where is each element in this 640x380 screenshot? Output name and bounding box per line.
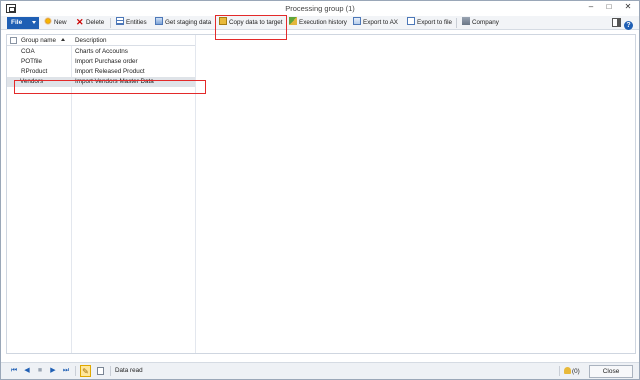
group-name-header-label: Group name <box>21 37 57 44</box>
new-label: New <box>54 19 67 26</box>
column-header-description[interactable]: Description <box>75 36 107 45</box>
layout-toggle-icon[interactable] <box>612 18 621 27</box>
entities-button[interactable]: Entities <box>116 17 147 29</box>
company-label: Company <box>472 19 499 26</box>
delete-x-icon: ✕ <box>76 17 84 27</box>
export-ax-label: Export to AX <box>363 19 399 26</box>
execution-history-button[interactable]: Execution history <box>289 17 347 29</box>
get-staging-data-button[interactable]: Get staging data <box>155 17 211 29</box>
copy-data-to-target-button[interactable]: Copy data to target <box>219 17 283 29</box>
next-record-icon[interactable]: ▶ <box>49 367 57 375</box>
export-file-label: Export to file <box>417 19 452 26</box>
table-row[interactable]: COA Charts of Accoutns <box>7 47 195 57</box>
entities-icon <box>116 17 124 25</box>
select-all-checkbox[interactable] <box>10 37 17 44</box>
new-button[interactable]: New <box>44 17 67 29</box>
file-menu-label: File <box>11 19 23 26</box>
execution-history-icon <box>289 17 297 25</box>
record-icon[interactable]: ■ <box>36 367 44 375</box>
export-file-icon <box>407 17 415 25</box>
company-icon <box>462 17 470 25</box>
description-cell: Import Released Product <box>75 68 145 75</box>
delete-button[interactable]: ✕ Delete <box>76 17 104 29</box>
company-button[interactable]: Company <box>462 17 499 29</box>
alert-count: (0) <box>572 368 580 375</box>
file-menu-button[interactable]: File <box>7 17 39 29</box>
last-record-icon[interactable]: ⏭ <box>62 367 70 375</box>
status-divider <box>559 366 560 376</box>
column-divider <box>195 35 196 353</box>
chevron-down-icon <box>32 21 36 24</box>
window-title: Processing group (1) <box>285 4 355 13</box>
title-bar: Processing group (1) – □ ✕ <box>1 1 639 16</box>
alerts-indicator[interactable]: (0) <box>564 367 580 375</box>
table-row-selected[interactable]: Vendors Import Vendors Master Data <box>7 77 195 87</box>
processing-group-grid: Group name Description COA Charts of Acc… <box>6 34 636 354</box>
first-record-icon[interactable]: ⏮ <box>10 367 18 375</box>
previous-record-icon[interactable]: ◀ <box>23 367 31 375</box>
status-divider <box>75 366 76 376</box>
entities-label: Entities <box>126 19 147 26</box>
edit-pencil-icon[interactable]: ✎ <box>80 365 91 377</box>
status-bar: ⏮ ◀ ■ ▶ ⏭ ✎ Data read (0) Close <box>1 362 639 379</box>
export-ax-icon <box>353 17 361 25</box>
status-divider <box>110 366 111 376</box>
action-pane: File New ✕ Delete Entities Get staging da… <box>1 16 639 30</box>
copy-data-icon <box>219 17 227 25</box>
description-cell: Charts of Accoutns <box>75 48 128 55</box>
toolbar-divider <box>110 18 111 28</box>
grid-header: Group name Description <box>7 35 195 46</box>
group-name-cell: POTfile <box>21 58 42 65</box>
right-tools: ? <box>609 18 633 30</box>
description-cell: Import Purchase order <box>75 58 138 65</box>
copy-to-target-label: Copy data to target <box>229 19 283 26</box>
export-to-ax-button[interactable]: Export to AX <box>353 17 398 29</box>
table-row[interactable]: POTfile Import Purchase order <box>7 57 195 67</box>
bell-icon <box>564 367 571 374</box>
status-message: Data read <box>115 367 143 374</box>
close-window-button[interactable]: ✕ <box>621 1 635 13</box>
maximize-button[interactable]: □ <box>602 1 616 13</box>
export-to-file-button[interactable]: Export to file <box>407 17 452 29</box>
table-row[interactable]: RProduct Import Released Product <box>7 67 195 77</box>
description-cell: Import Vendors Master Data <box>75 78 154 85</box>
execution-history-label: Execution history <box>299 19 347 26</box>
column-header-group-name[interactable]: Group name <box>21 36 66 45</box>
toolbar-divider <box>456 18 457 28</box>
minimize-button[interactable]: – <box>584 1 598 13</box>
get-staging-label: Get staging data <box>165 19 212 26</box>
group-name-cell: COA <box>21 48 35 55</box>
close-button[interactable]: Close <box>589 365 633 378</box>
new-star-icon <box>44 17 52 25</box>
sort-ascending-icon <box>61 38 66 41</box>
delete-label: Delete <box>86 19 105 26</box>
processing-group-window: Processing group (1) – □ ✕ File New ✕ Del… <box>0 0 640 380</box>
document-handling-icon[interactable] <box>97 367 104 375</box>
staging-data-icon <box>155 17 163 25</box>
group-name-cell: RProduct <box>21 68 48 75</box>
group-name-cell: Vendors <box>20 78 44 85</box>
help-icon[interactable]: ? <box>624 21 633 30</box>
